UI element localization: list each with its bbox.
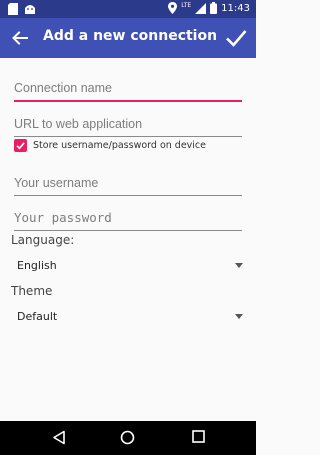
dropdown-arrow-icon [235, 314, 243, 319]
connection-name-field [14, 77, 242, 102]
signal-icon [195, 2, 207, 14]
store-credentials-checkbox[interactable] [14, 139, 27, 152]
android-icon [25, 5, 35, 14]
language-label: Language: [11, 233, 75, 247]
url-input[interactable] [14, 115, 242, 133]
nav-home-icon[interactable] [120, 430, 135, 445]
status-notifications [8, 3, 36, 15]
username-field [14, 172, 242, 196]
location-icon [168, 2, 178, 14]
status-bar: LTE 11:43 [0, 0, 256, 18]
checkmark-icon [16, 142, 25, 150]
password-field [14, 207, 242, 231]
status-system: LTE 11:43 [168, 2, 250, 14]
theme-select[interactable]: Default [17, 308, 243, 326]
url-field [14, 113, 242, 137]
nav-back-icon[interactable] [52, 430, 66, 445]
connection-name-input[interactable] [14, 79, 242, 97]
save-check-icon[interactable] [224, 26, 248, 50]
theme-value: Default [17, 310, 58, 323]
username-input[interactable] [14, 174, 242, 192]
store-credentials-row[interactable]: Store username/password on device [14, 139, 206, 152]
language-value: English [17, 259, 57, 272]
language-select[interactable]: English [17, 257, 243, 275]
battery-icon [210, 2, 218, 14]
sd-card-icon [8, 3, 18, 15]
page-title: Add a new connection [43, 28, 218, 44]
connection-name-underline [14, 100, 242, 102]
dropdown-arrow-icon [235, 263, 243, 268]
username-underline [14, 195, 242, 196]
app-bar: Add a new connection [0, 18, 256, 58]
back-arrow-icon[interactable] [10, 28, 30, 48]
password-input[interactable] [14, 208, 242, 227]
nav-recents-icon[interactable] [192, 430, 205, 443]
network-type: LTE [181, 1, 192, 9]
theme-label: Theme [11, 284, 53, 298]
password-underline [14, 229, 242, 231]
url-underline [14, 136, 242, 137]
status-time: 11:43 [221, 2, 250, 14]
store-credentials-label: Store username/password on device [33, 140, 207, 151]
navigation-bar [0, 421, 256, 455]
